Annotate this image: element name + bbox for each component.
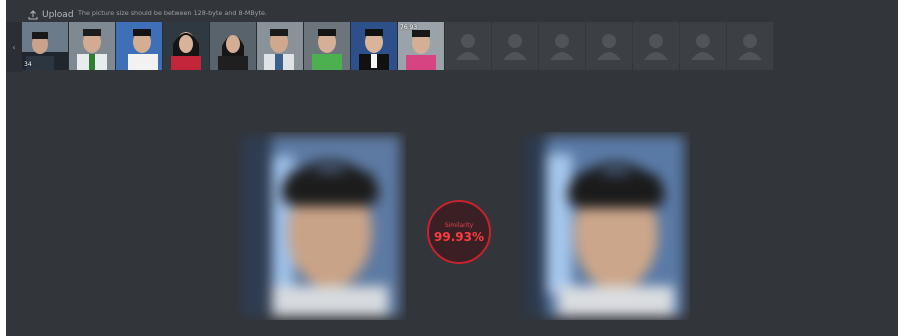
upload-label: Upload [42, 10, 74, 20]
upload-icon [28, 10, 38, 20]
similarity-label: Similarity [444, 222, 474, 229]
face-comparison-app: Upload The picture size should be betwee… [6, 0, 898, 336]
face-thumbnail-5[interactable] [210, 22, 257, 70]
person-silhouette-icon [456, 34, 480, 60]
empty-slot [445, 22, 492, 70]
person-silhouette-icon [597, 34, 621, 60]
upload-button[interactable]: Upload [28, 8, 74, 22]
person-silhouette-icon [691, 34, 715, 60]
person-silhouette-icon [550, 34, 574, 60]
similarity-value: 99.93% [434, 230, 484, 244]
empty-slot [586, 22, 633, 70]
empty-slot [680, 22, 727, 70]
face-thumbnail-8[interactable] [351, 22, 398, 70]
empty-slot [539, 22, 586, 70]
face-thumbnail-2[interactable] [69, 22, 116, 70]
chevron-left-icon: ‹ [12, 42, 16, 52]
thumbnail-label: 76 93 [400, 24, 418, 31]
toolbar: Upload The picture size should be betwee… [6, 0, 898, 24]
person-silhouette-icon [503, 34, 527, 60]
face-thumbnail-strip: ‹ 34 76 93 [6, 22, 898, 72]
person-silhouette-icon [644, 34, 668, 60]
person-silhouette-icon [738, 34, 762, 60]
upload-size-hint: The picture size should be between 128-b… [78, 9, 267, 17]
empty-slot [727, 22, 774, 70]
face-thumbnail-1[interactable]: 34 [22, 22, 69, 70]
reference-face-image [236, 132, 406, 320]
face-thumbnail-6[interactable] [257, 22, 304, 70]
thumbnail-label: 34 [24, 61, 32, 68]
matched-face-image [518, 132, 690, 320]
empty-slot [633, 22, 680, 70]
face-thumbnail-4[interactable] [163, 22, 210, 70]
face-thumbnail-3[interactable] [116, 22, 163, 70]
similarity-indicator: Similarity 99.93% [427, 200, 491, 264]
empty-slot [492, 22, 539, 70]
face-thumbnail-9[interactable]: 76 93 [398, 22, 445, 70]
strip-scroll-left[interactable]: ‹ [6, 22, 22, 72]
face-thumbnail-7[interactable] [304, 22, 351, 70]
